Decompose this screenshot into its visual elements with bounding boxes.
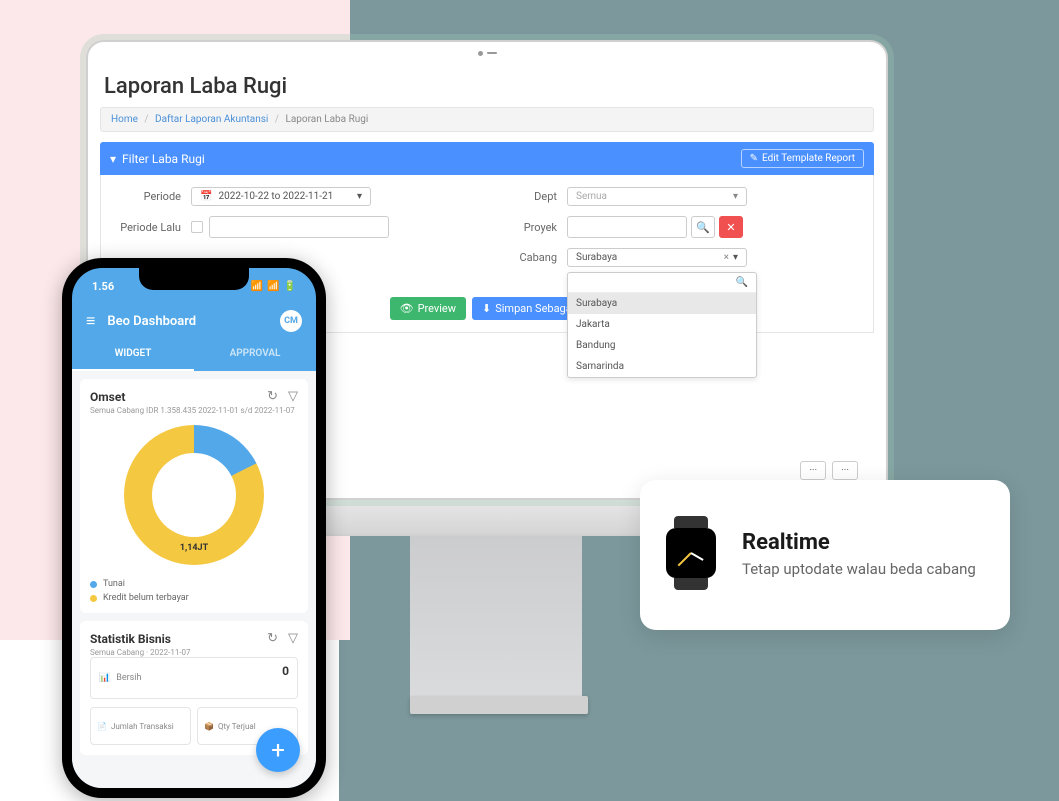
footer-btn-1[interactable]: ··· [800, 461, 826, 480]
cabang-option[interactable]: Bandung [568, 335, 756, 356]
cabang-label: Cabang [487, 251, 557, 264]
periode-lalu-input[interactable] [209, 216, 389, 238]
monitor-base [410, 696, 588, 714]
avatar[interactable]: CM [280, 310, 302, 332]
omset-card: Omset ↻ ▽ Semua Cabang IDR 1.358.435 202… [80, 379, 308, 613]
cabang-search-input[interactable]: 🔍 [568, 273, 756, 293]
legend-dot-blue [90, 581, 97, 588]
breadcrumb-home[interactable]: Home [111, 114, 138, 125]
filter-title: Filter Laba Rugi [122, 152, 205, 166]
search-icon: 🔍 [696, 221, 710, 234]
dept-label: Dept [487, 190, 557, 203]
search-icon: 🔍 [736, 277, 748, 288]
periode-lalu-checkbox[interactable] [191, 221, 203, 233]
phone-tabs: WIDGET APPROVAL [72, 338, 316, 371]
filter-header: ▾ Filter Laba Rugi ✎ Edit Template Repor… [100, 142, 874, 175]
realtime-title: Realtime [742, 530, 976, 555]
proyek-clear-button[interactable]: ✕ [719, 216, 743, 238]
omset-donut-chart: 1,14JT [124, 425, 264, 565]
breadcrumb-current: Laporan Laba Rugi [285, 114, 368, 125]
fab-add-button[interactable]: + [256, 728, 300, 772]
cabang-option[interactable]: Samarinda [568, 356, 756, 377]
camera-icon [476, 50, 498, 56]
omset-title: Omset [90, 390, 125, 404]
legend-dot-yellow [90, 595, 97, 602]
tab-widget[interactable]: WIDGET [72, 338, 194, 371]
app-header: ≡ Beo Dashboard CM [72, 304, 316, 338]
cabang-select[interactable]: Surabaya × ▾ [567, 248, 747, 267]
proyek-label: Proyek [487, 221, 557, 234]
chart-icon: 📊 [99, 673, 110, 683]
footer-btn-2[interactable]: ··· [832, 461, 858, 480]
page-title: Laporan Laba Rugi [100, 64, 874, 107]
phone-notch [139, 268, 249, 290]
filter-icon[interactable]: ▽ [288, 389, 298, 404]
donut-center-label: 1,14JT [180, 543, 208, 553]
breadcrumb: Home / Daftar Laporan Akuntansi / Lapora… [100, 107, 874, 132]
proyek-search-button[interactable]: 🔍 [691, 216, 715, 238]
refresh-icon[interactable]: ↻ [267, 631, 278, 646]
dept-select[interactable]: Semua ▾ [567, 187, 747, 206]
chevron-down-icon: ▾ [733, 191, 738, 202]
periode-label: Periode [111, 190, 181, 203]
cabang-option[interactable]: Surabaya [568, 293, 756, 314]
filter-icon[interactable]: ▽ [288, 631, 298, 646]
statistik-title: Statistik Bisnis [90, 632, 171, 646]
phone-device: 1.56 📶 📶 🔋 ≡ Beo Dashboard CM WIDGET APP… [62, 258, 326, 798]
stat-jumlah[interactable]: 📄 Jumlah Transaksi [90, 707, 191, 745]
signal-icon: 📶 [251, 281, 263, 292]
chevron-down-icon: ▾ [733, 252, 738, 263]
cabang-option[interactable]: Jakarta [568, 314, 756, 335]
edit-icon: ✎ [750, 153, 758, 164]
edit-template-button[interactable]: ✎ Edit Template Report [741, 149, 864, 168]
eye-icon: 👁 [400, 302, 414, 315]
doc-icon: 📄 [97, 722, 107, 731]
periode-lalu-label: Periode Lalu [111, 221, 181, 234]
statistik-subtitle: Semua Cabang · 2022-11-07 [90, 648, 298, 657]
watch-icon [664, 516, 718, 594]
periode-input[interactable]: 📅 2022-10-22 to 2022-11-21 ▾ [191, 187, 371, 206]
plus-icon: + [271, 736, 285, 764]
tab-approval[interactable]: APPROVAL [194, 338, 316, 371]
chevron-down-icon: ▾ [357, 191, 362, 202]
clear-icon[interactable]: × [724, 252, 729, 263]
phone-screen: 1.56 📶 📶 🔋 ≡ Beo Dashboard CM WIDGET APP… [72, 268, 316, 788]
filter-icon: ▾ [110, 152, 116, 166]
refresh-icon[interactable]: ↻ [267, 389, 278, 404]
cabang-dropdown: 🔍 Surabaya Jakarta Bandung Samarinda [567, 272, 757, 378]
breadcrumb-list[interactable]: Daftar Laporan Akuntansi [155, 114, 268, 125]
download-icon: ⬇ [482, 302, 491, 315]
phone-time: 1.56 [92, 280, 114, 293]
wifi-icon: 📶 [267, 281, 279, 292]
stat-bersih[interactable]: 📊 Bersih 0 [90, 657, 298, 699]
realtime-card: Realtime Tetap uptodate walau beda caban… [640, 480, 1010, 630]
calendar-icon: 📅 [200, 191, 212, 202]
app-title: Beo Dashboard [107, 314, 196, 329]
footer-buttons: ··· ··· [800, 461, 858, 480]
proyek-input[interactable] [567, 216, 687, 238]
realtime-desc: Tetap uptodate walau beda cabang [742, 559, 976, 580]
box-icon: 📦 [204, 722, 214, 731]
omset-subtitle: Semua Cabang IDR 1.358.435 2022-11-01 s/… [90, 406, 298, 415]
menu-icon[interactable]: ≡ [86, 311, 95, 331]
battery-icon: 🔋 [284, 281, 296, 292]
omset-legend: Tunai Kredit belum terbayar [90, 579, 298, 603]
preview-button[interactable]: 👁 Preview [390, 297, 466, 320]
close-icon: ✕ [726, 221, 735, 234]
